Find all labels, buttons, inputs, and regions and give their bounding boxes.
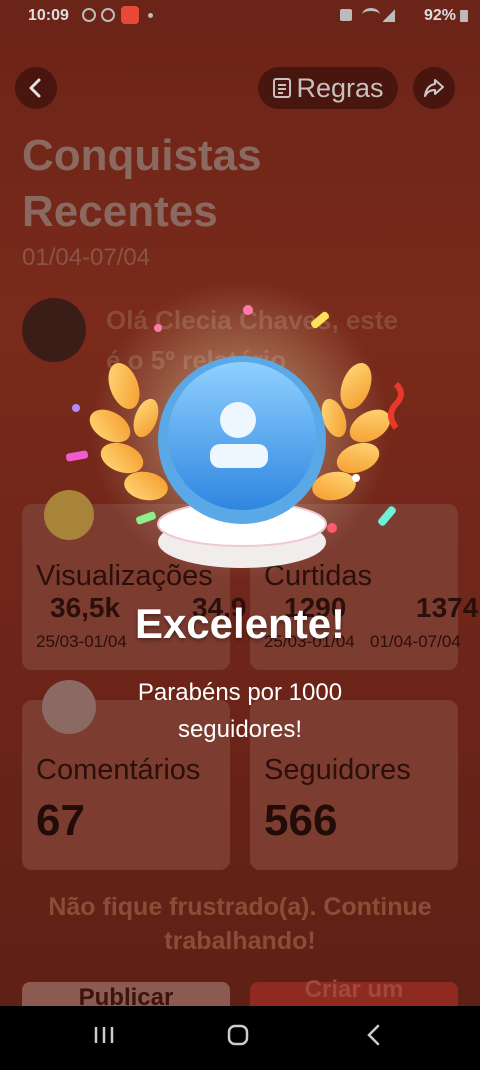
- alarm-icon: [340, 9, 352, 21]
- chevron-left-icon: [29, 78, 41, 98]
- page-title: Conquistas Recentes: [22, 128, 262, 240]
- system-back-button[interactable]: [362, 1022, 386, 1054]
- achievement-badge-illustration: [65, 280, 404, 580]
- instagram-icon: [101, 8, 115, 22]
- back-arrow-icon: [367, 1024, 380, 1046]
- signal-icon: [383, 8, 395, 22]
- system-nav-bar: [0, 1006, 480, 1070]
- recent-apps-button[interactable]: [92, 1022, 116, 1054]
- battery-text: 92%: [423, 7, 456, 24]
- followers-value: 566: [264, 796, 338, 845]
- share-button[interactable]: [413, 67, 455, 109]
- share-icon: [424, 79, 444, 97]
- status-time: 10:09: [28, 7, 69, 24]
- status-bar: 10:09 92%: [0, 0, 480, 32]
- home-button[interactable]: [226, 1022, 250, 1054]
- page-title-line1: Conquistas: [22, 131, 262, 180]
- recent-apps-icon: [94, 1027, 114, 1043]
- battery-icon: [460, 10, 468, 22]
- rules-button[interactable]: Regras: [258, 67, 398, 109]
- encouragement-text: Não fique frustrado(a). Continue trabalh…: [0, 890, 480, 958]
- speech-bubble-icon: [42, 680, 96, 734]
- followers-label: Seguidores: [264, 754, 411, 786]
- document-icon: [273, 78, 292, 98]
- overlay-title: Excelente!: [134, 600, 346, 647]
- wifi-icon: [362, 8, 380, 22]
- date-range: 01/04-07/04: [22, 244, 151, 271]
- app-notification-icon: [121, 6, 139, 24]
- rules-label: Regras: [296, 72, 384, 103]
- page-title-line2: Recentes: [22, 187, 218, 236]
- encouragement-line2: trabalhando!: [164, 927, 316, 955]
- encouragement-line1: Não fique frustrado(a). Continue: [48, 893, 432, 921]
- more-notifications-icon: [148, 13, 153, 18]
- comments-value: 67: [36, 796, 85, 845]
- whatsapp-icon: [82, 8, 96, 22]
- comments-label: Comentários: [36, 754, 201, 786]
- back-button[interactable]: [15, 67, 57, 109]
- overlay-subtitle: Parabéns por 1000 seguidores!: [137, 679, 343, 743]
- home-icon: [227, 1024, 249, 1046]
